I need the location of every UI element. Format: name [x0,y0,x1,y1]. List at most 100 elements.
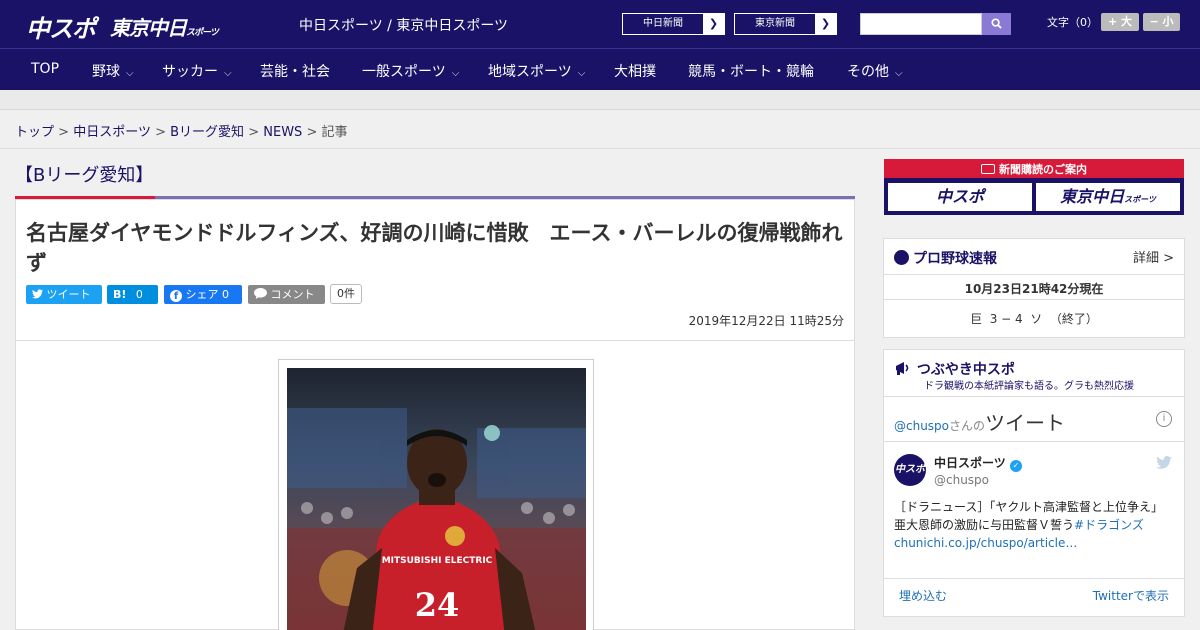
nav-item-label: 競馬・ボート・競輪 [688,64,814,80]
hatena-count: 0 [135,288,143,301]
tweet-account-name-text: 中日スポーツ [934,456,1006,470]
baseball-panel-title: プロ野球速報 [913,251,997,267]
tokyo-chunichi-box-small: スポーツ [1124,195,1156,204]
tokyo-chunichi-box-text: 東京中日 [1060,187,1125,206]
baseball-scores-panel: プロ野球速報 詳細 > 10月23日21時42分現在 巨 3 − 4 ソ （終了… [883,238,1185,338]
tokyo-chunichi-logo[interactable]: 東京中日スポーツ [110,12,219,41]
chunichi-shimbun-button[interactable]: 中日新聞 ❯ [622,13,725,35]
breadcrumb-separator: > [58,125,70,140]
nav-item-label: サッカー [162,64,218,80]
article-photo-frame: MITSUBISHI ELECTRIC 24 [278,359,594,630]
tweet-line-with-hashtag: 亜大恩師の激励に与田監督Ｖ誓う#ドラゴンズ [894,516,1174,534]
article-photo[interactable]: MITSUBISHI ELECTRIC 24 [287,368,586,630]
hatena-bookmark-button[interactable]: B! 0 [107,285,158,304]
tsubuyaki-panel-header: つぶやき中スポ [894,359,1015,379]
search-button[interactable] [982,13,1011,35]
tsubuyaki-panel: つぶやき中スポ ドラ観戦の本紙評論家も語る。グラも熱烈応援 @chuspoさんの… [883,349,1185,617]
tweet-account-handle[interactable]: @chuspo [934,473,989,487]
nav-item-label: その他 [847,64,889,80]
chevron-down-icon: ⌵ [224,68,232,79]
timeline-big: ツイート [985,411,1066,435]
breadcrumb: トップ > 中日スポーツ > Bリーグ愛知 > NEWS > 記事 [15,121,348,140]
timeline-handle[interactable]: @chuspo [894,419,949,433]
site-names: 中日スポーツ / 東京中日スポーツ [299,18,509,34]
divider [16,340,854,341]
facebook-share-label: シェア [185,288,219,301]
tweet-hashtag[interactable]: #ドラゴンズ [1074,518,1144,532]
tweet-line: 亜大恩師の激励に与田監督Ｖ誓う [894,518,1075,532]
nav-item-label: 芸能・社会 [260,64,330,80]
subscription-banner-title: 新聞購読のご案内 [884,161,1184,177]
tweet-line: ［ドラニュース］「ヤクルト高津監督と上位争え」 [894,500,1164,514]
jersey-number: 24 [415,586,460,624]
article-date: 2019年12月22日 11時25分 [688,314,844,328]
divider [884,274,1184,275]
comment-button[interactable]: コメント [248,285,325,304]
info-icon[interactable]: i [1156,411,1172,427]
tweet[interactable]: 中スポ 中日スポーツ ✓ @chuspo ［ドラニュース］「ヤクルト高津監督と上… [884,442,1184,572]
chunichi-shimbun-label: 中日新聞 [643,18,683,29]
sub-strip [0,90,1200,110]
baseball-timestamp: 10月23日21時42分現在 [964,282,1104,296]
nav-item-general-sports[interactable]: 一般スポーツ ⌵ [362,61,459,81]
tokyo-chunichi-logo-small: スポーツ [186,28,219,38]
section-title-text[interactable]: 【Bリーグ愛知】 [15,161,153,187]
tokyo-shimbun-label: 東京新聞 [755,18,795,29]
facebook-icon: f [170,290,182,302]
nav-item-label: TOP [31,61,60,77]
comment-count[interactable]: 0件 [330,284,362,304]
nav-item-soccer[interactable]: サッカー ⌵ [162,61,232,81]
chevron-down-icon: ⌵ [577,68,586,79]
nav-item-top[interactable]: TOP [31,61,59,77]
site-search [860,13,1011,35]
tweet-link[interactable]: chunichi.co.jp/chuspo/article… [894,534,1174,552]
breadcrumb-link[interactable]: トップ [15,125,54,140]
nav-item-sumo[interactable]: 大相撲 [614,61,656,81]
facebook-share-count: 0 [222,288,229,301]
chevron-right-icon: ❯ [815,14,836,34]
baseball-detail-link[interactable]: 詳細 > [1133,247,1174,266]
speech-bubble-icon [254,288,267,299]
chuspo-subscribe-box[interactable]: 中スポ [888,183,1032,211]
tokyo-chunichi-subscribe-box[interactable]: 東京中日スポーツ [1036,183,1180,211]
tokyo-chunichi-logo-text: 東京中日 [110,16,187,40]
chevron-right-icon: ❯ [703,14,724,34]
baseball-panel-header: プロ野球速報 [894,248,997,268]
nav-item-label: 一般スポーツ [362,64,446,80]
embed-link[interactable]: 埋め込む [899,587,947,604]
avatar[interactable]: 中スポ [894,454,926,486]
tokyo-shimbun-button[interactable]: 東京新聞 ❯ [734,13,837,35]
header-bar: 中スポ 東京中日スポーツ 中日スポーツ / 東京中日スポーツ 中日新聞 ❯ 東京… [0,0,1200,48]
view-on-twitter-link[interactable]: Twitterで表示 [1093,587,1169,604]
main-nav: TOP 野球 ⌵ サッカー ⌵ 芸能・社会 一般スポーツ ⌵ 地域スポーツ ⌵ 大相撲 … [0,48,1200,90]
nav-item-baseball[interactable]: 野球 ⌵ [92,61,134,81]
megaphone-icon [896,362,909,375]
breadcrumb-separator: > [306,125,318,140]
breadcrumb-link[interactable]: NEWS [263,125,302,140]
tweet-account-name[interactable]: 中日スポーツ ✓ [934,454,1022,472]
breadcrumb-link[interactable]: Bリーグ愛知 [170,125,244,140]
subscription-title-text: 新聞購読のご案内 [999,163,1087,176]
breadcrumb-link[interactable]: 中日スポーツ [73,125,151,140]
nav-item-local-sports[interactable]: 地域スポーツ ⌵ [488,61,585,81]
chevron-down-icon: ⌵ [895,68,903,79]
article-headline: 名古屋ダイヤモンドドルフィンズ、好調の川崎に惜敗 エース・バーレルの復帰戦飾れず [26,221,843,275]
hatena-icon: B! [113,288,127,301]
tweet-button[interactable]: ツイート [26,285,102,304]
jersey-brand-text: MITSUBISHI ELECTRIC [382,556,493,566]
font-larger-button[interactable]: + 大 [1101,13,1139,31]
nav-item-racing[interactable]: 競馬・ボート・競輪 [688,61,814,81]
chuspo-logo[interactable]: 中スポ [26,9,96,44]
chevron-down-icon: ⌵ [451,68,460,79]
baseball-score-line[interactable]: 巨 3 − 4 ソ （終了） [884,310,1184,327]
chevron-down-icon: ⌵ [126,68,134,79]
nav-item-entertainment[interactable]: 芸能・社会 [260,61,330,81]
twitter-bird-icon[interactable] [1156,456,1172,469]
divider [0,148,1200,149]
nav-item-other[interactable]: その他 ⌵ [847,61,903,81]
facebook-share-button[interactable]: f シェア 0 [164,285,242,304]
nav-item-label: 大相撲 [614,64,656,80]
search-input[interactable] [860,13,982,35]
baseball-icon [894,250,909,265]
font-smaller-button[interactable]: − 小 [1143,13,1180,31]
